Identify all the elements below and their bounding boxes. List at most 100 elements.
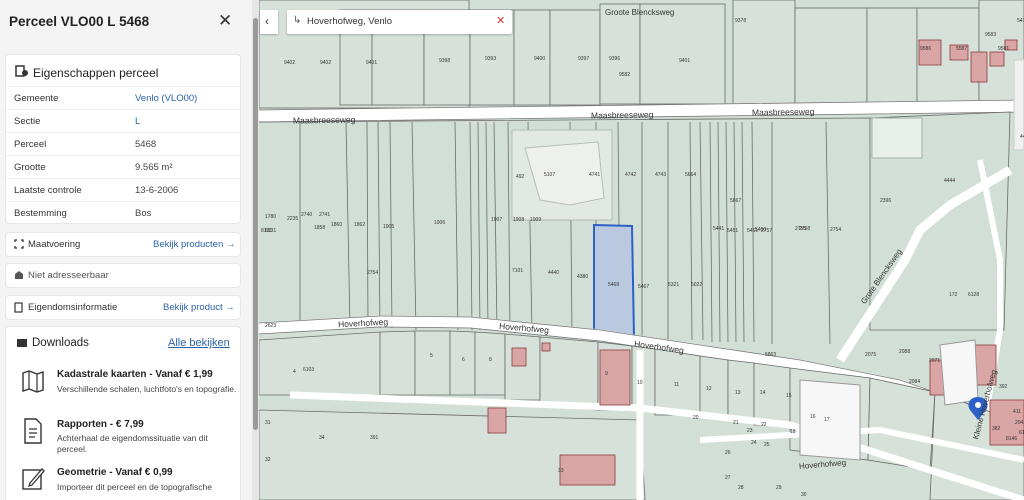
parcel-number-label: 8	[489, 357, 492, 363]
eigendom-label: Eigendomsinformatie	[28, 302, 118, 313]
panel-header: Perceel VLO00 L 5468 ✕	[0, 0, 252, 44]
parcel-number-label: 10	[637, 380, 643, 386]
property-key: Sectie	[14, 116, 41, 127]
download-item-desc: Importeer dit perceel en de topografisch…	[57, 482, 212, 492]
parcel-number-label: 5441	[713, 226, 725, 232]
parcel-number-label: 9402	[320, 60, 332, 66]
property-key: Laatste controle	[14, 185, 82, 196]
parcel-number-label: 2757	[761, 228, 773, 234]
parcel-number-label: 6	[462, 357, 465, 363]
downloads-card: Downloads Alle bekijken Kadastrale kaart…	[6, 327, 240, 500]
parcel-number-label: 8131	[261, 228, 273, 234]
parcel-number-label: 392	[999, 384, 1008, 390]
bekijk-product-link[interactable]: Bekijk product →	[163, 302, 235, 313]
parcel-number-label: 5664	[685, 172, 697, 178]
document-small-icon	[14, 302, 23, 313]
parcel-number-label: 8146	[1006, 436, 1018, 442]
cadastral-map[interactable]: Maasbreeseweg Maasbreeseweg Maasbreesewe…	[259, 0, 1024, 500]
route-icon: ↳	[293, 15, 302, 26]
table-row: Grootte 9.565 m²	[6, 155, 240, 179]
parcel-number-label: 1862	[354, 222, 366, 228]
clear-search-icon[interactable]: ✕	[496, 14, 505, 27]
property-value[interactable]: L	[135, 116, 140, 127]
close-icon[interactable]: ✕	[218, 11, 232, 31]
parcel-number-label: 6102	[1019, 430, 1024, 436]
table-row: Perceel 5468	[6, 132, 240, 156]
parcel-number-label: 16	[810, 414, 816, 420]
parcel-number-label: 5667	[730, 198, 742, 204]
downloads-heading: Downloads	[32, 337, 89, 349]
parcel-number-label: 4741	[589, 172, 601, 178]
parcel-number-label: 5587	[956, 46, 968, 52]
parcel-number-label: 9396	[609, 56, 621, 62]
parcel-number-label: 2740	[301, 212, 313, 218]
property-key: Bestemming	[14, 208, 67, 219]
parcel-number-label: 5022	[691, 282, 703, 288]
parcel-number-label: 5863	[765, 352, 777, 358]
parcel-number-label: 34	[319, 435, 325, 441]
scrollbar-thumb[interactable]	[253, 18, 258, 430]
alle-bekijken-link[interactable]: Alle bekijken	[168, 337, 230, 349]
parcel-number-label: 2075	[865, 352, 877, 358]
parcel-number-label: 9401	[366, 60, 378, 66]
property-value[interactable]: Venlo (VLO00)	[135, 93, 197, 104]
parcel-number-label: 11	[674, 382, 680, 388]
property-key: Gemeente	[14, 93, 59, 104]
download-icon	[17, 339, 27, 347]
property-key: Grootte	[14, 162, 46, 173]
parcel-number-label: 9583	[985, 32, 997, 38]
map-canvas[interactable]	[259, 0, 1024, 500]
parcel-number-label: 28	[738, 485, 744, 491]
back-button[interactable]: ‹	[260, 10, 278, 34]
parcel-number-label: 2084	[909, 379, 921, 385]
parcel-number-label: 17	[824, 417, 830, 423]
download-item-title[interactable]: Rapporten - € 7,99	[57, 419, 144, 430]
parcel-icon	[15, 65, 28, 77]
table-row: Gemeente Venlo (VLO00)	[6, 86, 240, 110]
parcel-number-label: 2071	[929, 358, 941, 364]
parcel-number-label: 24	[751, 440, 757, 446]
parcel-number-label: 31	[265, 420, 271, 426]
search-input[interactable]: ↳ Hoverhofweg, Venlo ✕	[287, 10, 512, 34]
page-title: Perceel VLO00 L 5468	[9, 14, 150, 29]
parcel-number-label: 1908	[513, 217, 525, 223]
parcel-number-label: 4742	[625, 172, 637, 178]
street-label: Groote Blencksweg	[605, 8, 675, 17]
chevron-left-icon: ‹	[265, 14, 269, 28]
properties-heading: Eigenschappen perceel	[33, 66, 159, 80]
download-item-title[interactable]: Kadastrale kaarten - Vanaf € 1,99	[57, 369, 213, 380]
parcel-number-label: 2741	[319, 212, 331, 218]
parcel-number-label: 9586	[920, 46, 932, 52]
parcel-number-label: 411	[1013, 409, 1021, 415]
parcel-number-label: 9	[605, 371, 608, 377]
parcel-number-label: 2754	[367, 270, 379, 276]
parcel-number-label: 7101	[512, 268, 524, 274]
parcel-number-label: 12	[706, 386, 712, 392]
parcel-number-label: 2235	[287, 216, 299, 222]
parcel-number-label: 1780	[265, 214, 277, 220]
parcel-number-label: 21	[733, 420, 739, 426]
parcel-number-label: 25	[764, 442, 770, 448]
parcel-number-label: 20	[693, 415, 699, 421]
parcel-number-label: 33	[558, 468, 564, 474]
property-value: Bos	[135, 208, 152, 219]
parcel-number-label: 32	[265, 457, 271, 463]
street-label: Maasbreeseweg	[292, 114, 356, 126]
download-item-desc: Verschillende schalen, luchtfoto's en to…	[57, 384, 237, 394]
parcel-number-label: 2396	[880, 198, 892, 204]
download-item-title[interactable]: Geometrie - Vanaf € 0,99	[57, 467, 173, 478]
parcel-number-label: 5412	[1017, 18, 1024, 24]
parcel-number-label: 4	[293, 369, 296, 375]
parcel-number-label: 5461	[747, 228, 759, 234]
parcel-number-label: 14	[760, 390, 766, 396]
parcel-number-label: 22	[761, 422, 767, 428]
parcel-number-label: 4440	[548, 270, 560, 276]
parcel-number-label: 9402	[284, 60, 296, 66]
parcel-number-label: 172	[949, 292, 958, 298]
table-row: Bestemming Bos	[6, 201, 240, 225]
parcel-number-label: 30	[801, 492, 807, 498]
bekijk-producten-link[interactable]: Bekijk producten →	[153, 239, 235, 250]
parcel-number-label: 9397	[578, 56, 590, 62]
property-value: 9.565 m²	[135, 162, 173, 173]
parcel-number-label: 382	[992, 426, 1001, 432]
